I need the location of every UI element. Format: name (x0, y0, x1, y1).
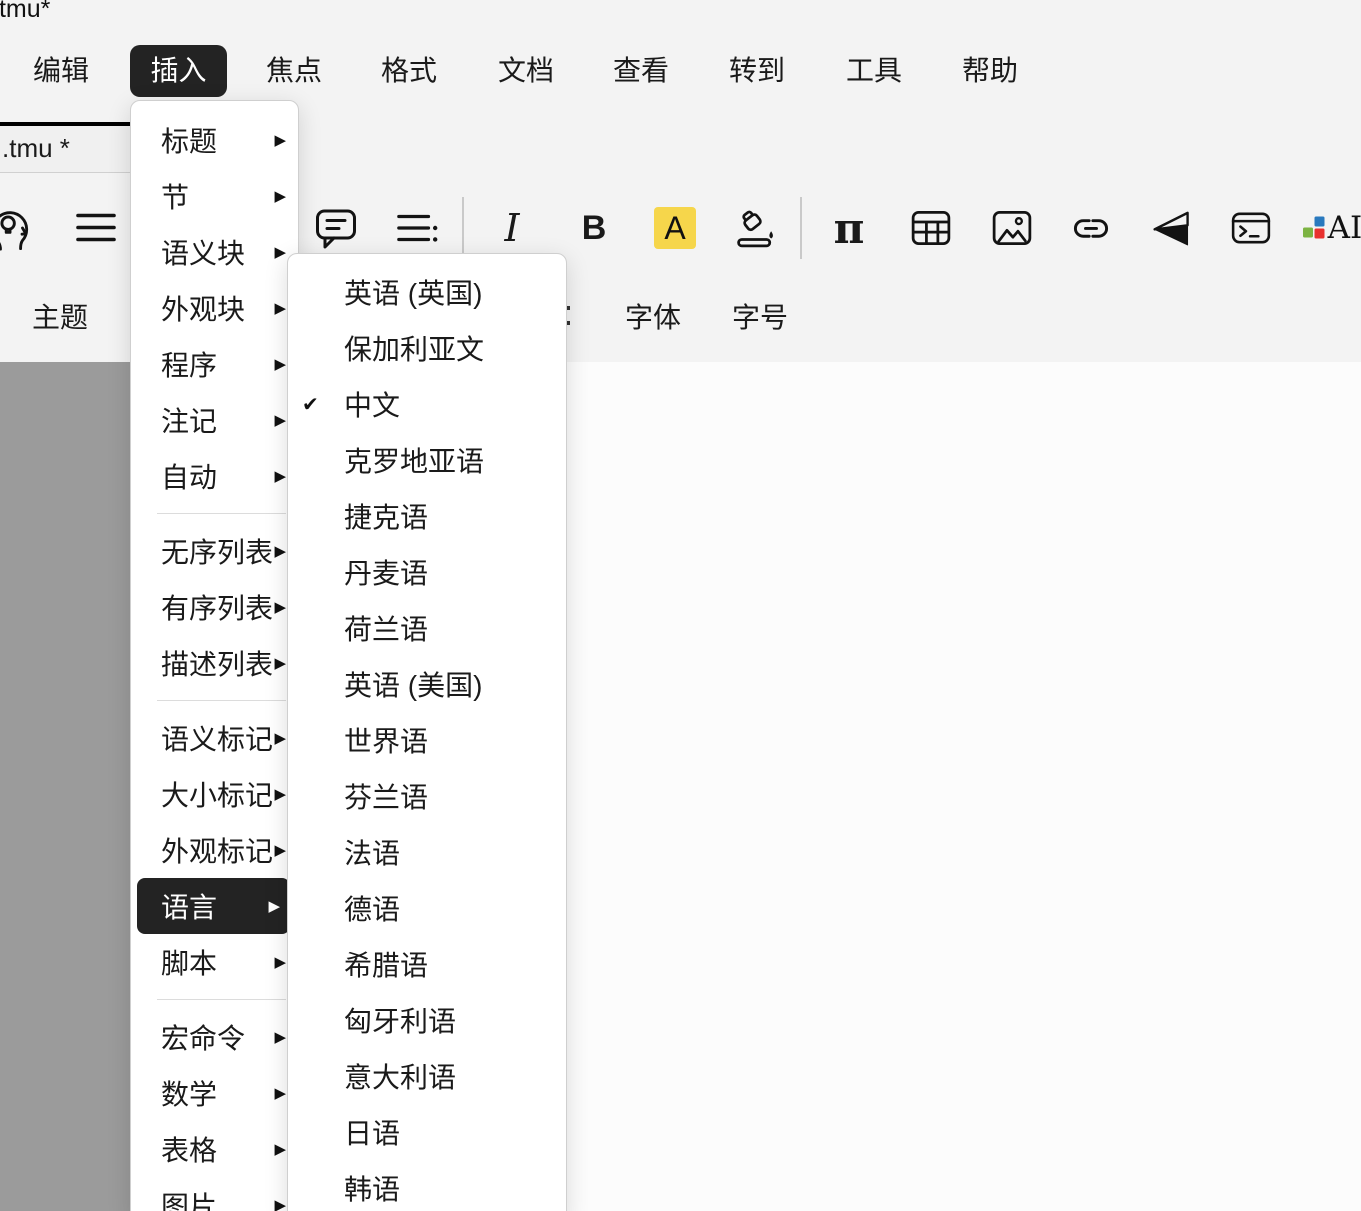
language-item-bulgarian[interactable]: 保加利亚文 (288, 320, 566, 376)
toolbar-separator (462, 197, 464, 259)
language-item-danish[interactable]: 丹麦语 (288, 544, 566, 600)
hamburger-menu-icon[interactable] (74, 206, 118, 250)
bold-icon[interactable]: B (572, 206, 616, 250)
submenu-arrow-icon: ▶ (274, 1030, 286, 1045)
submenu-arrow-icon: ▶ (268, 899, 280, 914)
language-item-english-uk[interactable]: 英语 (英国) (288, 264, 566, 320)
submenu-arrow-icon: ▶ (274, 544, 286, 559)
menu-item-unordered-list[interactable]: 无序列表 ▶ (131, 523, 298, 579)
menubar-item-edit[interactable]: 编辑 (33, 45, 89, 97)
menu-separator (157, 513, 286, 514)
language-item-german[interactable]: 德语 (288, 880, 566, 936)
language-item-croatian[interactable]: 克罗地亚语 (288, 432, 566, 488)
menu-item-math[interactable]: 数学 ▶ (131, 1065, 298, 1121)
submenu-arrow-icon: ▶ (274, 469, 286, 484)
document-tab[interactable]: .tmu * (0, 122, 130, 172)
menu-item-program[interactable]: 程序 ▶ (131, 336, 298, 392)
submenu-arrow-icon: ▶ (274, 301, 286, 316)
menu-item-language[interactable]: 语言 ▶ (137, 878, 290, 934)
menu-item-annotation[interactable]: 注记 ▶ (131, 392, 298, 448)
language-item-hungarian[interactable]: 匈牙利语 (288, 992, 566, 1048)
menu-item-script[interactable]: 脚本 ▶ (131, 934, 298, 990)
submenu-arrow-icon: ▶ (274, 600, 286, 615)
language-item-dutch[interactable]: 荷兰语 (288, 600, 566, 656)
menu-item-automatic[interactable]: 自动 ▶ (131, 448, 298, 504)
tabbar-divider (0, 172, 130, 173)
menu-item-size-markup[interactable]: 大小标记 ▶ (131, 766, 298, 822)
checkmark-icon: ✔ (302, 392, 344, 417)
terminal-icon[interactable] (1229, 206, 1273, 250)
toolbar-separator (800, 197, 802, 259)
submenu-arrow-icon: ▶ (274, 189, 286, 204)
submenu-arrow-icon: ▶ (274, 245, 286, 260)
menu-separator (157, 999, 286, 1000)
language-item-czech[interactable]: 捷克语 (288, 488, 566, 544)
format-button-font-size[interactable]: 字号 (732, 295, 788, 341)
submenu-arrow-icon: ▶ (274, 955, 286, 970)
menu-item-heading[interactable]: 标题 ▶ (131, 112, 298, 168)
submenu-arrow-icon: ▶ (274, 787, 286, 802)
submenu-arrow-icon: ▶ (274, 1086, 286, 1101)
comment-icon[interactable] (314, 206, 358, 250)
link-icon[interactable] (1069, 206, 1113, 250)
menubar-item-go[interactable]: 转到 (729, 45, 785, 97)
menu-item-semantic-block[interactable]: 语义块 ▶ (131, 224, 298, 280)
table-icon[interactable] (909, 206, 953, 250)
format-button-theme[interactable]: 主题 (32, 295, 88, 341)
submenu-arrow-icon: ▶ (274, 413, 286, 428)
language-item-english-us[interactable]: 英语 (美国) (288, 656, 566, 712)
ribbon-icon[interactable] (1150, 206, 1194, 250)
highlight-icon[interactable]: A (653, 206, 697, 250)
italic-icon[interactable]: I (490, 206, 534, 250)
language-item-chinese[interactable]: ✔ 中文 (288, 376, 566, 432)
fill-color-icon[interactable] (734, 206, 778, 250)
submenu-arrow-icon: ▶ (274, 843, 286, 858)
menubar-item-focus[interactable]: 焦点 (266, 45, 322, 97)
ai-logo-squares (1302, 214, 1327, 242)
menu-item-appearance-markup[interactable]: 外观标记 ▶ (131, 822, 298, 878)
menu-item-appearance-block[interactable]: 外观块 ▶ (131, 280, 298, 336)
insert-menu: 标题 ▶ 节 ▶ 语义块 ▶ 外观块 ▶ 程序 ▶ 注记 ▶ 自动 ▶ 无序列表 (130, 100, 299, 1211)
menu-item-image[interactable]: 图片 ▶ (131, 1177, 298, 1211)
menu-item-section[interactable]: 节 ▶ (131, 168, 298, 224)
list-detail-icon[interactable] (395, 206, 439, 250)
idea-icon[interactable] (0, 206, 34, 250)
menu-item-macro[interactable]: 宏命令 ▶ (131, 1009, 298, 1065)
clipped-label-fragment (567, 303, 572, 331)
submenu-arrow-icon: ▶ (274, 357, 286, 372)
menu-item-table[interactable]: 表格 ▶ (131, 1121, 298, 1177)
menubar-item-insert[interactable]: 插入 (130, 45, 227, 97)
submenu-arrow-icon: ▶ (274, 731, 286, 746)
menubar-item-view[interactable]: 查看 (613, 45, 669, 97)
texmacs-window: .tmu* 编辑 插入 焦点 格式 文档 查看 转到 工具 帮助 .tmu * (0, 0, 1361, 1211)
submenu-arrow-icon: ▶ (274, 1198, 286, 1211)
menu-item-description-list[interactable]: 描述列表 ▶ (131, 635, 298, 691)
submenu-arrow-icon: ▶ (274, 1142, 286, 1157)
language-item-finnish[interactable]: 芬兰语 (288, 768, 566, 824)
submenu-arrow-icon: ▶ (274, 133, 286, 148)
submenu-arrow-icon: ▶ (274, 656, 286, 671)
format-button-font[interactable]: 字体 (625, 295, 681, 341)
menubar-item-document[interactable]: 文档 (498, 45, 554, 97)
menubar-item-tools[interactable]: 工具 (846, 45, 902, 97)
language-item-french[interactable]: 法语 (288, 824, 566, 880)
language-item-korean[interactable]: 韩语 (288, 1160, 566, 1211)
language-item-italian[interactable]: 意大利语 (288, 1048, 566, 1104)
language-item-japanese[interactable]: 日语 (288, 1104, 566, 1160)
language-submenu: 英语 (英国) 保加利亚文 ✔ 中文 克罗地亚语 捷克语 丹麦语 荷兰语 英语 (287, 253, 567, 1211)
language-item-greek[interactable]: 希腊语 (288, 936, 566, 992)
menu-item-ordered-list[interactable]: 有序列表 ▶ (131, 579, 298, 635)
menubar-item-format[interactable]: 格式 (381, 45, 437, 97)
menu-separator (157, 700, 286, 701)
math-icon[interactable]: π (827, 206, 871, 250)
menubar-item-help[interactable]: 帮助 (962, 45, 1018, 97)
ai-icon[interactable]: AI (1301, 206, 1361, 250)
menu-item-semantic-markup[interactable]: 语义标记 ▶ (131, 710, 298, 766)
window-title: .tmu* (0, 0, 50, 24)
image-icon[interactable] (990, 206, 1034, 250)
language-item-esperanto[interactable]: 世界语 (288, 712, 566, 768)
